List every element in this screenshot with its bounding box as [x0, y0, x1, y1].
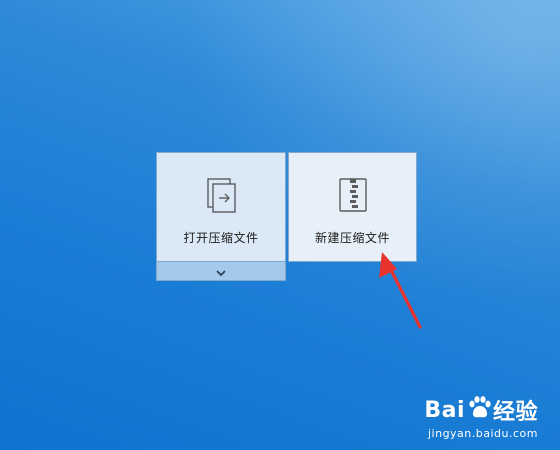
watermark-url: jingyan.baidu.com: [427, 427, 538, 440]
chevron-down-icon: [215, 262, 227, 281]
new-archive-icon: [336, 177, 370, 217]
watermark-brand-left: Bai: [424, 397, 465, 423]
new-archive-label: 新建压缩文件: [314, 231, 390, 245]
new-archive-tile[interactable]: 新建压缩文件: [288, 152, 417, 262]
open-archive-tile[interactable]: 打开压缩文件: [156, 152, 286, 262]
open-archive-label: 打开压缩文件: [183, 231, 259, 245]
watermark-brand-right: 经验: [492, 400, 538, 425]
open-archive-icon: [205, 177, 239, 217]
expand-more-button[interactable]: [156, 262, 286, 281]
baidu-jingyan-watermark: Bai 经验 jingyan.baidu.com: [424, 394, 538, 440]
paw-icon: [466, 395, 492, 425]
